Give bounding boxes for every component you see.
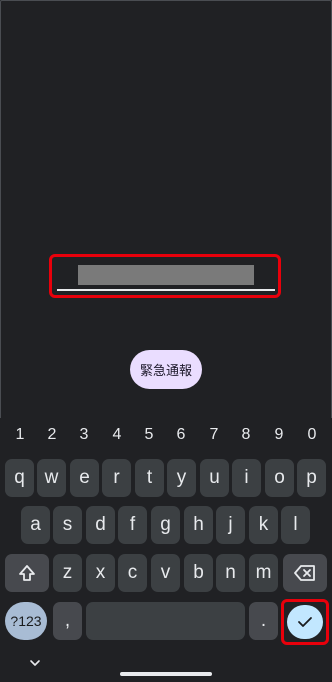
key-n[interactable]: n — [216, 554, 245, 592]
shift-icon — [19, 565, 35, 581]
number-key[interactable]: 8 — [236, 426, 256, 444]
password-underline — [57, 289, 275, 291]
number-key[interactable]: 3 — [74, 426, 94, 444]
hide-keyboard-button[interactable] — [27, 655, 43, 671]
key-o[interactable]: o — [265, 459, 294, 497]
number-key[interactable]: 2 — [42, 426, 62, 444]
symbols-key[interactable]: ?123 — [5, 602, 47, 640]
password-field-highlight[interactable] — [49, 254, 281, 298]
chevron-down-icon — [30, 660, 40, 666]
soft-keyboard: 1 2 3 4 5 6 7 8 9 0 q w e r t y u i o p … — [0, 418, 332, 682]
shift-key[interactable] — [5, 554, 49, 592]
number-key[interactable]: 5 — [139, 426, 159, 444]
key-j[interactable]: j — [216, 506, 245, 544]
key-h[interactable]: h — [184, 506, 213, 544]
key-i[interactable]: i — [232, 459, 261, 497]
checkmark-icon — [298, 617, 312, 627]
key-s[interactable]: s — [53, 506, 82, 544]
number-key[interactable]: 7 — [204, 426, 224, 444]
key-u[interactable]: u — [200, 459, 229, 497]
gesture-nav-handle[interactable] — [120, 672, 212, 676]
key-k[interactable]: k — [249, 506, 278, 544]
number-row: 1 2 3 4 5 6 7 8 9 0 — [0, 426, 332, 446]
key-q[interactable]: q — [5, 459, 34, 497]
key-b[interactable]: b — [184, 554, 213, 592]
key-z[interactable]: z — [53, 554, 82, 592]
key-e[interactable]: e — [70, 459, 99, 497]
key-d[interactable]: d — [86, 506, 115, 544]
password-field[interactable] — [78, 265, 254, 285]
key-t[interactable]: t — [135, 459, 164, 497]
number-key[interactable]: 9 — [269, 426, 289, 444]
key-w[interactable]: w — [37, 459, 66, 497]
enter-key[interactable] — [287, 605, 323, 639]
key-m[interactable]: m — [249, 554, 278, 592]
key-a[interactable]: a — [21, 506, 50, 544]
number-key[interactable]: 6 — [171, 426, 191, 444]
number-key[interactable]: 4 — [107, 426, 127, 444]
enter-key-highlight[interactable] — [281, 599, 329, 645]
key-l[interactable]: l — [281, 506, 310, 544]
backspace-icon — [294, 565, 315, 581]
number-key[interactable]: 1 — [10, 426, 30, 444]
key-y[interactable]: y — [167, 459, 196, 497]
comma-key[interactable]: , — [53, 602, 82, 640]
key-v[interactable]: v — [151, 554, 180, 592]
key-x[interactable]: x — [86, 554, 115, 592]
key-r[interactable]: r — [102, 459, 131, 497]
key-g[interactable]: g — [151, 506, 180, 544]
key-f[interactable]: f — [118, 506, 147, 544]
key-c[interactable]: c — [118, 554, 147, 592]
backspace-key[interactable] — [283, 554, 327, 592]
number-key[interactable]: 0 — [302, 426, 322, 444]
emergency-call-button[interactable]: 緊急通報 — [130, 350, 202, 389]
space-key[interactable] — [86, 602, 245, 640]
key-p[interactable]: p — [297, 459, 326, 497]
period-key[interactable]: . — [249, 602, 278, 640]
